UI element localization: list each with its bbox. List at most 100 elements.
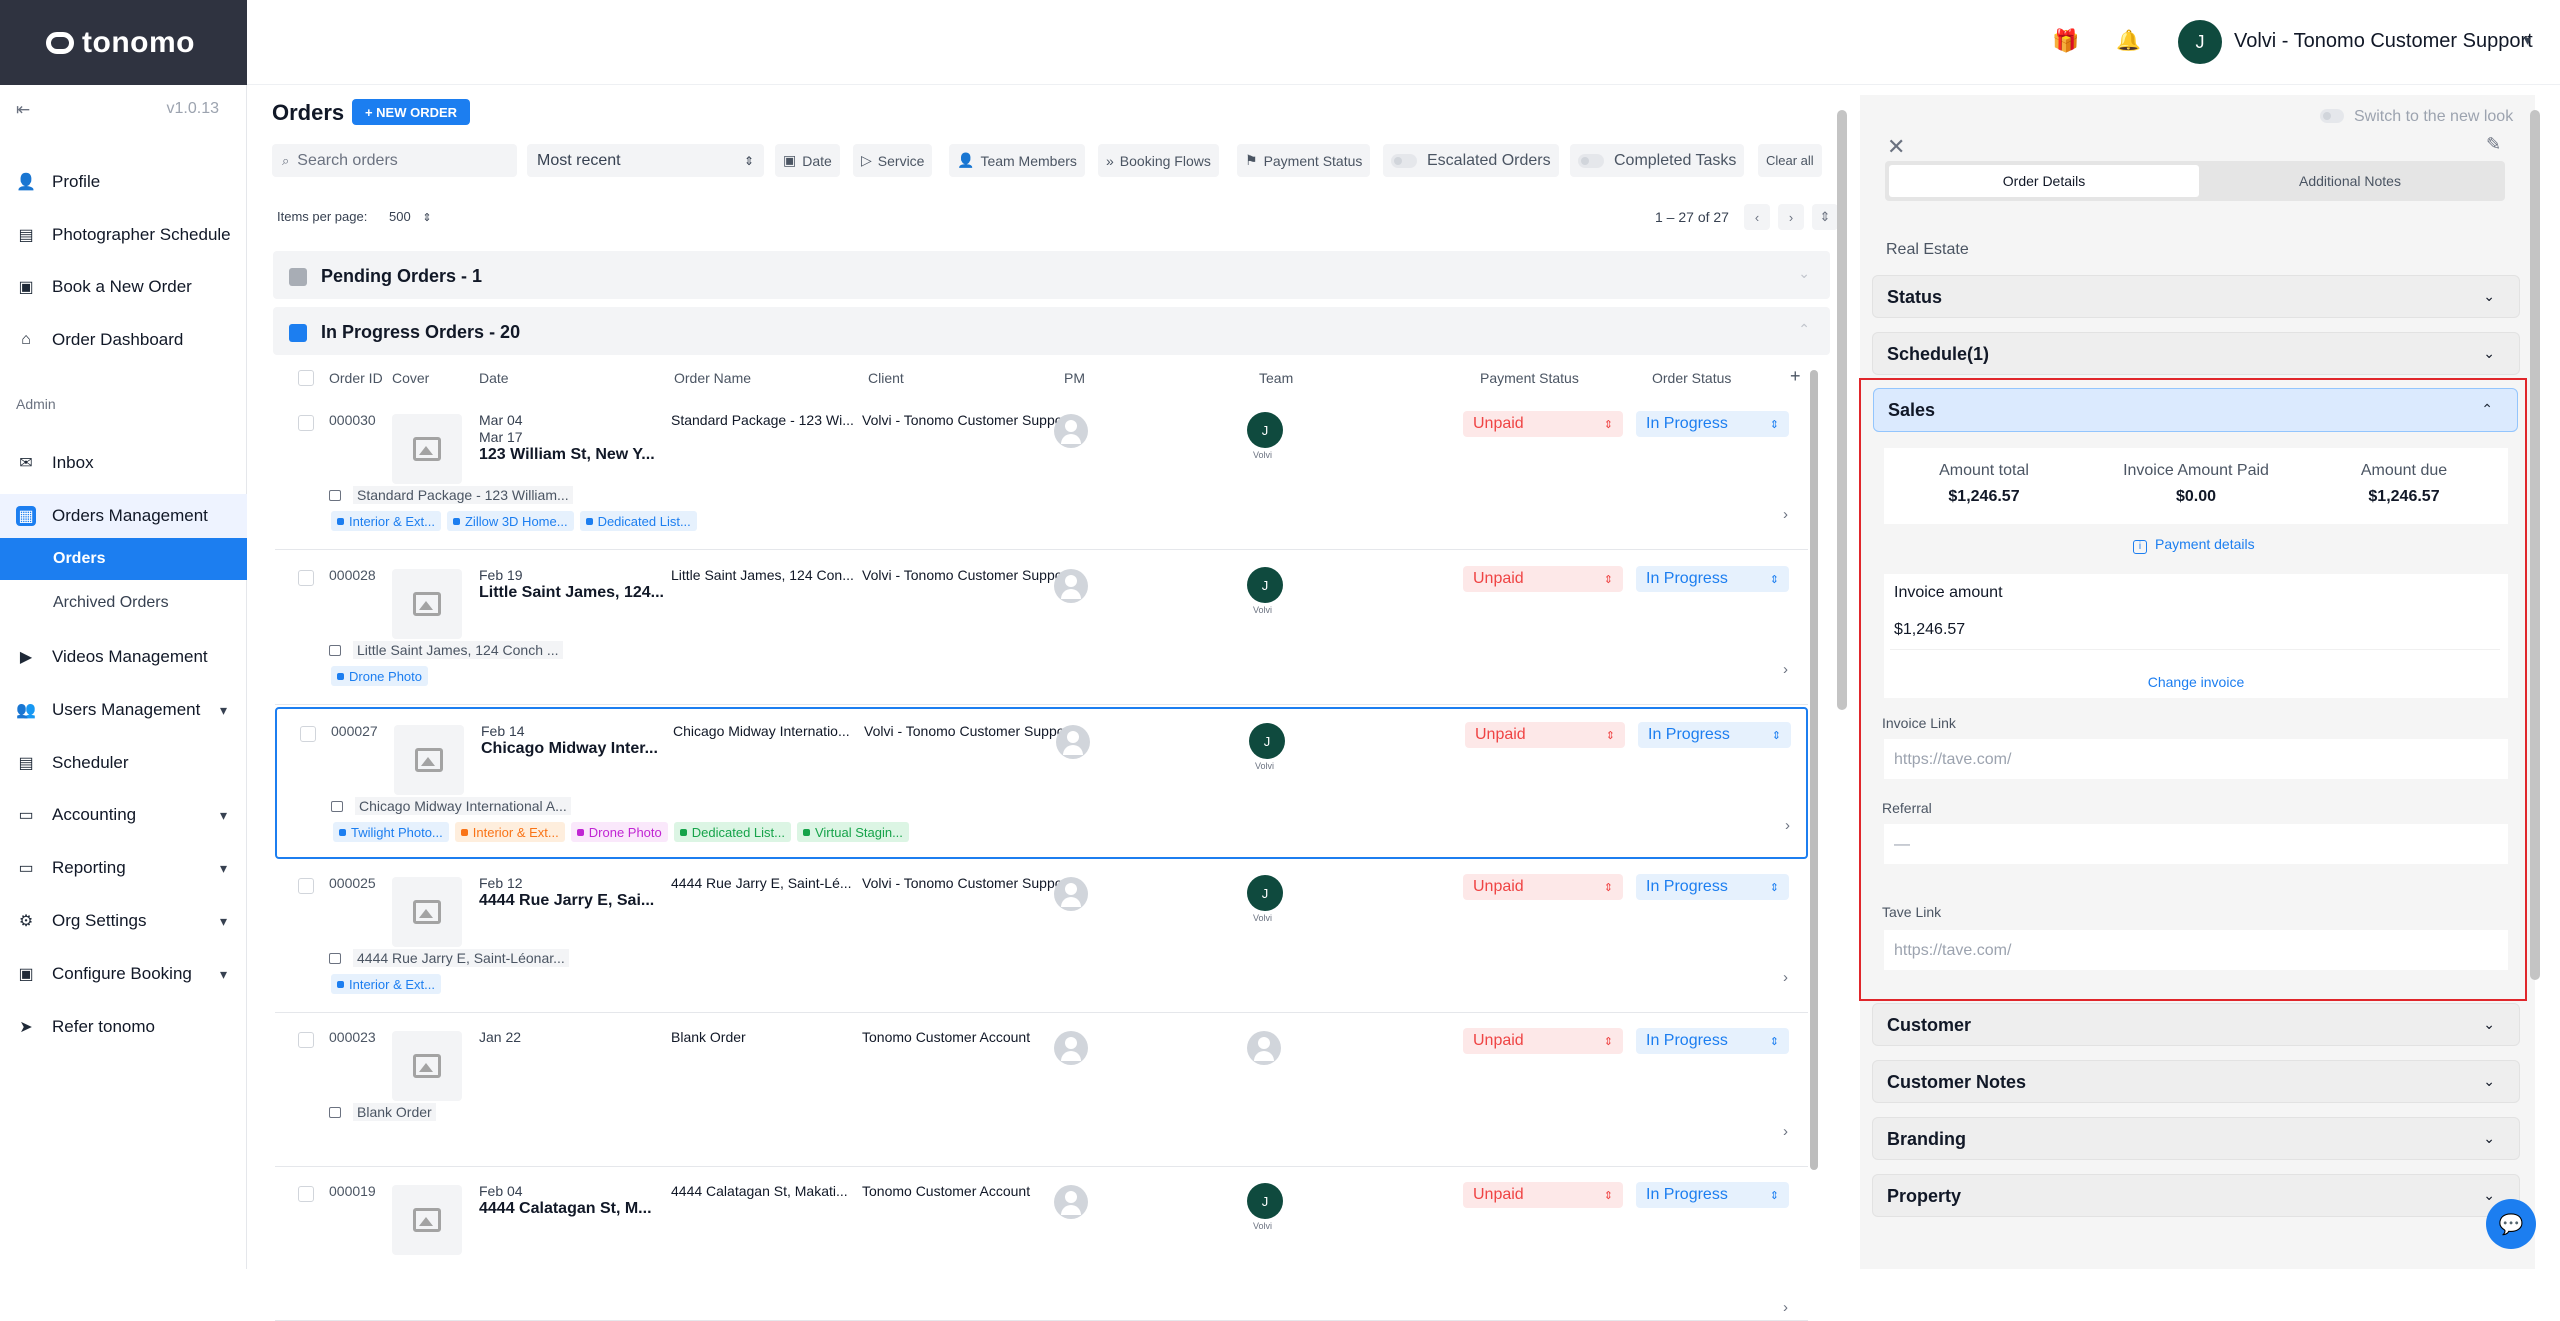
- page-menu-button[interactable]: ⇕: [1812, 204, 1838, 230]
- row-checkbox[interactable]: [298, 1186, 314, 1202]
- cover-image[interactable]: [392, 1185, 462, 1255]
- col-team[interactable]: Team: [1259, 370, 1293, 386]
- tonomo-logo[interactable]: tonomo: [0, 0, 247, 85]
- collapse-sidebar-icon[interactable]: ⇤: [16, 100, 30, 120]
- team-avatar[interactable]: J: [1247, 875, 1283, 911]
- group-in-progress-orders[interactable]: In Progress Orders - 20 ⌃: [273, 307, 1830, 355]
- order-title[interactable]: Chicago Midway Inter...: [481, 740, 658, 758]
- row-checkbox[interactable]: [298, 1032, 314, 1048]
- order-title[interactable]: 4444 Rue Jarry E, Sai...: [479, 892, 654, 910]
- edit-icon[interactable]: ✎: [2486, 134, 2501, 155]
- gift-icon[interactable]: 🎁: [2052, 28, 2079, 54]
- prev-page-button[interactable]: ‹: [1744, 204, 1770, 230]
- section-schedule[interactable]: Schedule(1) ⌄: [1872, 332, 2520, 375]
- switch-new-look[interactable]: Switch to the new look: [2320, 108, 2513, 126]
- order-status-select[interactable]: In Progress ⇕: [1636, 874, 1789, 900]
- sidebar-item-book-new-order[interactable]: ▣ Book a New Order: [0, 265, 247, 309]
- chevron-right-icon[interactable]: ›: [1783, 1123, 1788, 1140]
- order-status-select[interactable]: In Progress ⇕: [1638, 722, 1791, 748]
- col-order-status[interactable]: Order Status: [1652, 370, 1731, 386]
- table-row[interactable]: 000030 Mar 04 Mar 17 123 William St, New Y.…: [275, 398, 1808, 550]
- pm-avatar[interactable]: [1054, 569, 1088, 603]
- row-checkbox[interactable]: [298, 878, 314, 894]
- toggle-switch[interactable]: [1391, 153, 1417, 168]
- order-status-select[interactable]: In Progress ⇕: [1636, 566, 1789, 592]
- items-per-page-select[interactable]: 500 ⇕: [389, 209, 432, 224]
- chat-support-icon[interactable]: 💬: [2486, 1199, 2536, 1249]
- col-date[interactable]: Date: [479, 370, 509, 386]
- section-branding[interactable]: Branding ⌄: [1872, 1117, 2520, 1160]
- chevron-right-icon[interactable]: ›: [1783, 661, 1788, 678]
- change-invoice-link[interactable]: Change invoice: [1884, 674, 2508, 690]
- payment-details-link[interactable]: i Payment details: [2133, 536, 2255, 554]
- filter-date[interactable]: ▣ Date: [775, 144, 840, 177]
- tave-link-input[interactable]: https://tave.com/: [1884, 930, 2508, 970]
- sidebar-item-reporting[interactable]: ▭ Reporting ▾: [0, 846, 247, 890]
- order-status-select[interactable]: In Progress ⇕: [1636, 1028, 1789, 1054]
- row-checkbox[interactable]: [298, 570, 314, 586]
- add-column-icon[interactable]: +: [1790, 366, 1801, 387]
- search-input[interactable]: ⌕ Search orders: [272, 144, 517, 177]
- toggle-switch[interactable]: [1578, 153, 1604, 168]
- col-client[interactable]: Client: [868, 370, 904, 386]
- team-avatar[interactable]: J: [1247, 412, 1283, 448]
- cover-image[interactable]: [392, 569, 462, 639]
- order-status-select[interactable]: In Progress ⇕: [1636, 411, 1789, 437]
- team-avatar[interactable]: J: [1247, 567, 1283, 603]
- col-order-id[interactable]: Order ID: [329, 370, 383, 386]
- team-avatar[interactable]: J: [1247, 1183, 1283, 1219]
- team-avatar[interactable]: J: [1249, 723, 1285, 759]
- invoice-link-input[interactable]: https://tave.com/: [1884, 739, 2508, 779]
- toggle-switch[interactable]: [2320, 109, 2344, 123]
- sidebar-item-users-management[interactable]: 👥 Users Management ▾: [0, 688, 247, 732]
- user-name[interactable]: Volvi - Tonomo Customer Support: [2234, 30, 2533, 53]
- sidebar-item-scheduler[interactable]: ▤ Scheduler: [0, 741, 247, 785]
- orders-scrollbar[interactable]: [1837, 110, 1847, 710]
- filter-booking-flows[interactable]: » Booking Flows: [1098, 144, 1219, 177]
- col-payment-status[interactable]: Payment Status: [1480, 370, 1579, 386]
- bell-icon[interactable]: 🔔: [2116, 28, 2141, 53]
- sidebar-item-photographer-schedule[interactable]: ▤ Photographer Schedule: [0, 213, 247, 257]
- sidebar-item-orders-management[interactable]: ▦ Orders Management: [0, 494, 247, 538]
- sidebar-item-order-dashboard[interactable]: ⌂ Order Dashboard: [0, 318, 247, 362]
- close-icon[interactable]: ✕: [1887, 134, 1905, 160]
- col-cover[interactable]: Cover: [392, 370, 429, 386]
- section-status[interactable]: Status ⌄: [1872, 275, 2520, 318]
- select-all-checkbox[interactable]: [298, 370, 314, 386]
- toggle-completed-tasks[interactable]: Completed Tasks: [1570, 144, 1745, 177]
- sidebar-item-profile[interactable]: 👤 Profile: [0, 160, 247, 204]
- filter-payment-status[interactable]: ⚑ Payment Status: [1237, 144, 1371, 177]
- chevron-right-icon[interactable]: ›: [1785, 817, 1790, 834]
- cover-image[interactable]: [392, 1031, 462, 1101]
- sidebar-subitem-archived-orders[interactable]: Archived Orders: [0, 582, 247, 624]
- col-pm[interactable]: PM: [1064, 370, 1085, 386]
- payment-status-select[interactable]: Unpaid ⇕: [1463, 874, 1623, 900]
- sidebar-item-videos-management[interactable]: ▶ Videos Management: [0, 635, 247, 679]
- team-avatar-empty[interactable]: [1247, 1031, 1281, 1065]
- avatar[interactable]: J: [2178, 20, 2222, 64]
- chevron-down-icon[interactable]: ▾: [2524, 32, 2531, 49]
- section-customer-notes[interactable]: Customer Notes ⌄: [1872, 1060, 2520, 1103]
- section-property[interactable]: Property ⌄: [1872, 1174, 2520, 1217]
- sidebar-item-org-settings[interactable]: ⚙ Org Settings ▾: [0, 899, 247, 943]
- sidebar-item-refer-tonomo[interactable]: ➤ Refer tonomo: [0, 1005, 247, 1049]
- order-title[interactable]: 4444 Calatagan St, M...: [479, 1200, 652, 1218]
- section-customer[interactable]: Customer ⌄: [1872, 1003, 2520, 1046]
- clear-all-button[interactable]: Clear all: [1758, 144, 1822, 177]
- filter-team-members[interactable]: 👤 Team Members: [949, 144, 1085, 177]
- toggle-escalated-orders[interactable]: Escalated Orders: [1383, 144, 1559, 177]
- sidebar-item-configure-booking[interactable]: ▣ Configure Booking ▾: [0, 952, 247, 996]
- chevron-right-icon[interactable]: ›: [1783, 506, 1788, 523]
- panel-scrollbar[interactable]: [2530, 110, 2540, 980]
- next-page-button[interactable]: ›: [1778, 204, 1804, 230]
- order-title[interactable]: Little Saint James, 124...: [479, 584, 664, 602]
- col-order-name[interactable]: Order Name: [674, 370, 751, 386]
- payment-status-select[interactable]: Unpaid ⇕: [1463, 1028, 1623, 1054]
- cover-image[interactable]: [392, 414, 462, 484]
- payment-status-select[interactable]: Unpaid ⇕: [1463, 1182, 1623, 1208]
- table-row[interactable]: 000028 Feb 19 Little Saint James, 124... Li…: [275, 553, 1808, 705]
- filter-service[interactable]: ▷ Service: [853, 144, 933, 177]
- sort-select[interactable]: Most recent ⇕: [527, 144, 764, 177]
- payment-status-select[interactable]: Unpaid ⇕: [1465, 722, 1625, 748]
- order-status-select[interactable]: In Progress ⇕: [1636, 1182, 1789, 1208]
